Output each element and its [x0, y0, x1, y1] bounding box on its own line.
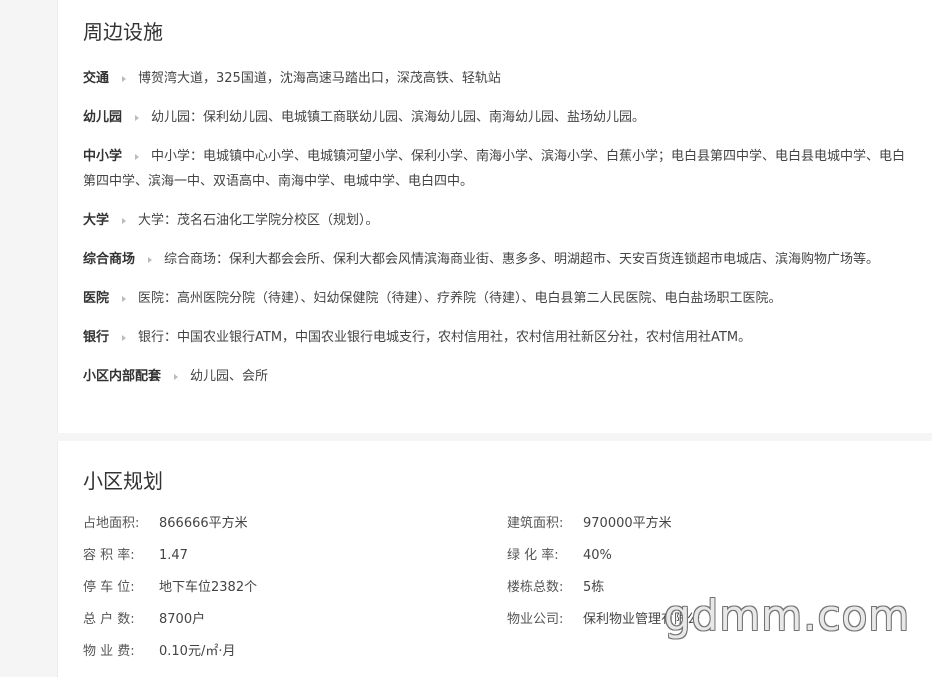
arrow-right-icon: [148, 256, 153, 263]
facility-item-bank: 银行 银行：中国农业银行ATM，中国农业银行电城支行，农村信用社，农村信用社新区分…: [83, 325, 916, 350]
facilities-title: 周边设施: [83, 20, 163, 44]
facility-key: 交通: [83, 71, 110, 86]
site-watermark: gdmm.com: [664, 591, 911, 640]
facility-value: 幼儿园、会所: [190, 369, 269, 384]
plan-label: 物 业 费:: [83, 644, 135, 659]
facility-key: 综合商场: [83, 252, 136, 267]
facility-key: 中小学: [83, 149, 123, 164]
plan-cell-plot-ratio: 容 积 率: 1.47: [83, 543, 188, 568]
arrow-right-icon: [174, 373, 179, 380]
arrow-right-icon: [122, 217, 127, 224]
facility-value: 幼儿园：保利幼儿园、电城镇工商联幼儿园、滨海幼儿园、南海幼儿园、盐场幼儿园。: [151, 110, 646, 125]
arrow-right-icon: [135, 114, 140, 121]
facility-item-kindergarten: 幼儿园 幼儿园：保利幼儿园、电城镇工商联幼儿园、滨海幼儿园、南海幼儿园、盐场幼儿园…: [83, 105, 916, 130]
facility-item-internal: 小区内部配套 幼儿园、会所: [83, 364, 916, 389]
plan-label: 容 积 率:: [83, 548, 135, 563]
plan-value: 地下车位2382个: [159, 580, 258, 595]
plan-value: 0.10元/㎡·月: [159, 644, 236, 659]
facility-value: 大学：茂名石油化工学院分校区（规划）。: [138, 213, 379, 228]
community-plan-panel: 小区规划 占地面积: 866666平方米 建筑面积: 970000平方米 容 积 率…: [57, 441, 932, 677]
plan-label: 物业公司:: [507, 612, 564, 627]
plan-title: 小区规划: [83, 469, 163, 493]
arrow-right-icon: [122, 334, 127, 341]
facility-value: 医院：高州医院分院（待建）、妇幼保健院（待建）、疗养院（待建）、电白县第二人民医…: [138, 291, 782, 306]
facilities-panel: 周边设施 交通 博贺湾大道，325国道，沈海高速马踏出口，深茂高铁、轻轨站 幼儿园…: [57, 0, 932, 433]
facility-key: 幼儿园: [83, 110, 123, 125]
plan-cell-land-area: 占地面积: 866666平方米: [83, 511, 248, 536]
plan-value: 40%: [583, 548, 612, 563]
plan-value: 970000平方米: [583, 516, 672, 531]
facilities-list: 交通 博贺湾大道，325国道，沈海高速马踏出口，深茂高铁、轻轨站 幼儿园 幼儿园：保…: [83, 66, 916, 403]
facility-item-transport: 交通 博贺湾大道，325国道，沈海高速马踏出口，深茂高铁、轻轨站: [83, 66, 916, 91]
plan-cell-building-area: 建筑面积: 970000平方米: [507, 511, 672, 536]
facility-key: 银行: [83, 330, 110, 345]
facility-key: 大学: [83, 213, 110, 228]
plan-value: 866666平方米: [159, 516, 248, 531]
plan-cell-building-count: 楼栋总数: 5栋: [507, 575, 604, 600]
facility-key: 小区内部配套: [83, 369, 162, 384]
arrow-right-icon: [135, 153, 140, 160]
plan-value: 8700户: [159, 612, 206, 627]
plan-row: 占地面积: 866666平方米 建筑面积: 970000平方米: [83, 511, 903, 536]
facility-key: 医院: [83, 291, 110, 306]
plan-label: 楼栋总数:: [507, 580, 564, 595]
facility-value: 中小学：电城镇中心小学、电城镇河望小学、保利小学、南海小学、滨海小学、白蕉小学；…: [83, 149, 906, 189]
plan-cell-property-fee: 物 业 费: 0.10元/㎡·月: [83, 639, 235, 664]
plan-cell-green-ratio: 绿 化 率: 40%: [507, 543, 612, 568]
plan-row: 物 业 费: 0.10元/㎡·月: [83, 639, 903, 664]
arrow-right-icon: [122, 295, 127, 302]
facility-value: 银行：中国农业银行ATM，中国农业银行电城支行，农村信用社，农村信用社新区分社，…: [138, 330, 752, 345]
plan-label: 绿 化 率:: [507, 548, 559, 563]
facility-value: 博贺湾大道，325国道，沈海高速马踏出口，深茂高铁、轻轨站: [138, 71, 501, 86]
facility-item-schools: 中小学 中小学：电城镇中心小学、电城镇河望小学、保利小学、南海小学、滨海小学、白蕉…: [83, 144, 916, 194]
plan-value: 1.47: [159, 548, 188, 563]
facility-item-university: 大学 大学：茂名石油化工学院分校区（规划）。: [83, 208, 916, 233]
plan-label: 占地面积:: [83, 516, 140, 531]
arrow-right-icon: [122, 75, 127, 82]
plan-label: 总 户 数:: [83, 612, 135, 627]
plan-row: 容 积 率: 1.47 绿 化 率: 40%: [83, 543, 903, 568]
plan-label: 建筑面积:: [507, 516, 564, 531]
plan-cell-parking: 停 车 位: 地下车位2382个: [83, 575, 257, 600]
plan-cell-households: 总 户 数: 8700户: [83, 607, 205, 632]
facility-item-shopping: 综合商场 综合商场：保利大都会会所、保利大都会风情滨海商业街、惠多多、明湖超市、天…: [83, 247, 916, 272]
plan-value: 5栋: [583, 580, 605, 595]
facility-item-hospital: 医院 医院：高州医院分院（待建）、妇幼保健院（待建）、疗养院（待建）、电白县第二人…: [83, 286, 916, 311]
plan-label: 停 车 位:: [83, 580, 135, 595]
facility-value: 综合商场：保利大都会会所、保利大都会风情滨海商业街、惠多多、明湖超市、天安百货连…: [164, 252, 880, 267]
